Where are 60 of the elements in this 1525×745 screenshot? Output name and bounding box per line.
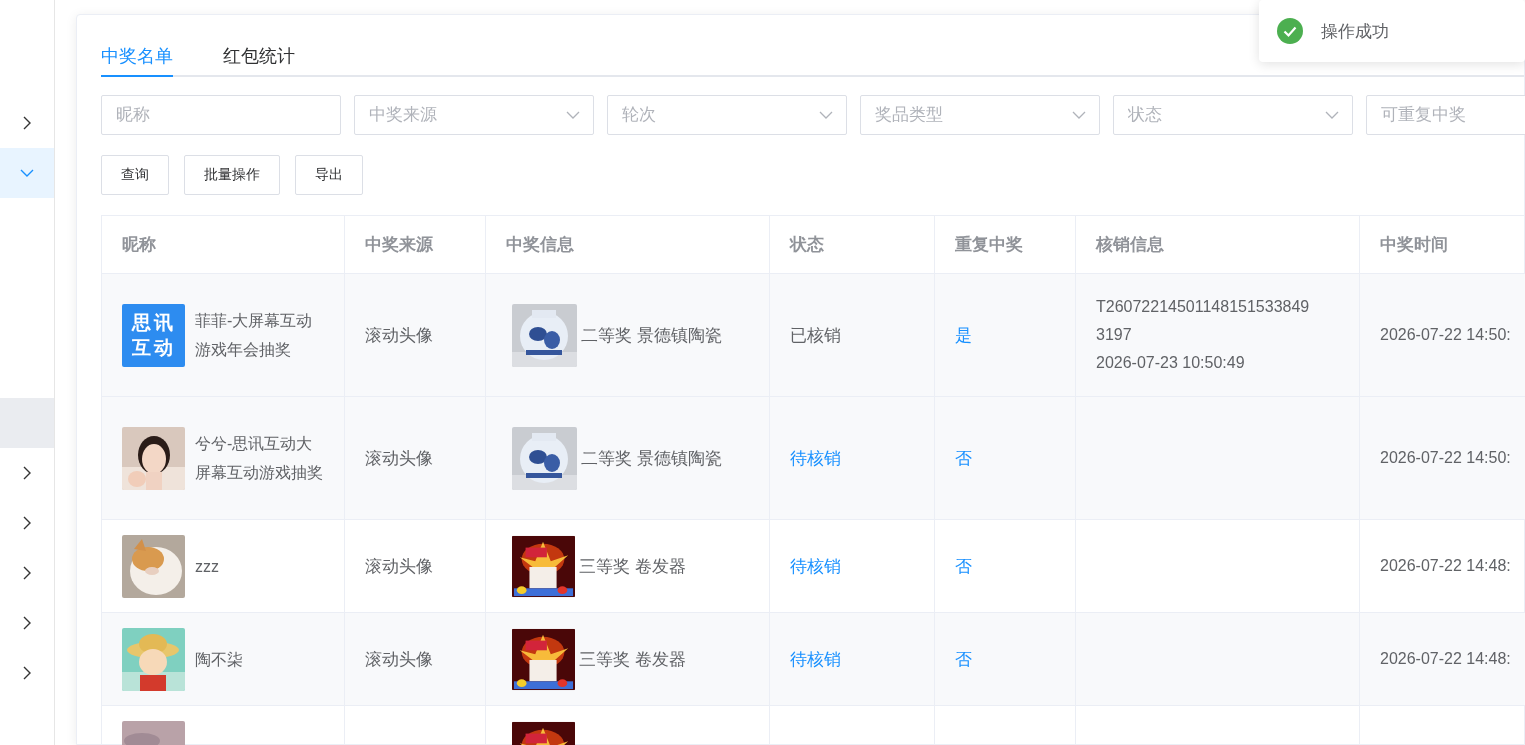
win-time: 2026-07-22 14:48:: [1380, 557, 1511, 574]
column-header: 中奖信息: [485, 215, 770, 274]
prize-text: 三等奖 卷发器: [579, 555, 686, 578]
tab[interactable]: 红包统计: [223, 37, 295, 77]
verification-text: 2026-07-23 10:50:49: [1096, 353, 1246, 373]
chevron-down-icon: [1325, 111, 1339, 119]
select-field[interactable]: 状态: [1113, 95, 1353, 135]
repeat-text: 否: [955, 649, 972, 669]
chevron-down-icon: [20, 169, 34, 177]
status-text: 待核销: [790, 556, 841, 576]
repeat-text: 否: [955, 556, 972, 576]
chevron-right-icon: [23, 466, 31, 480]
win-time: 2026-07-22 14:50:: [1380, 326, 1511, 343]
chevron-right-icon: [23, 566, 31, 580]
success-icon: [1277, 18, 1303, 44]
win-time: 2026-07-22 14:48:: [1380, 650, 1511, 667]
source-text: 滚动头像: [365, 325, 433, 345]
chevron-right-icon: [23, 616, 31, 630]
chevron-down-icon: [566, 111, 580, 119]
column-header: 中奖时间: [1359, 215, 1525, 274]
sidebar-subitem[interactable]: [0, 398, 54, 448]
nickname: zzz: [195, 556, 220, 577]
nickname: 兮兮-思讯互动大屏幕互动游戏抽奖: [195, 434, 324, 483]
nickname: 菲菲-大屏幕互动游戏年会抽奖: [195, 311, 314, 360]
prize-text: 三等奖 卷发器: [579, 648, 686, 671]
prize-text: 二等奖 景德镇陶瓷: [581, 447, 722, 470]
button[interactable]: 批量操作: [184, 155, 280, 195]
input-field[interactable]: 可重复中奖: [1366, 95, 1525, 135]
repeat-text: 否: [955, 448, 972, 468]
chevron-right-icon: [23, 516, 31, 530]
nickname: 陶不柒: [195, 649, 244, 670]
verification-text: 3197: [1096, 325, 1133, 345]
verification-text: T26072214501148151533849: [1096, 297, 1311, 317]
column-header: 状态: [769, 215, 935, 274]
source-text: 滚动头像: [365, 649, 433, 669]
column-header: 核销信息: [1075, 215, 1360, 274]
column-header: 中奖来源: [344, 215, 486, 274]
sidebar-item[interactable]: [0, 148, 54, 198]
source-text: 滚动头像: [365, 448, 433, 468]
prize-text: 二等奖 景德镇陶瓷: [581, 324, 722, 347]
repeat-text: 是: [955, 325, 972, 345]
status-text: 已核销: [790, 325, 841, 345]
status-text: 待核销: [790, 448, 841, 468]
column-header: 昵称: [101, 215, 345, 274]
chevron-right-icon: [23, 666, 31, 680]
win-time: 2026-07-22 14:50:: [1380, 449, 1511, 466]
select-field[interactable]: 奖品类型: [860, 95, 1100, 135]
button[interactable]: 导出: [295, 155, 363, 195]
column-header: 重复中奖: [934, 215, 1076, 274]
toast-message: 操作成功: [1321, 20, 1389, 43]
chevron-right-icon: [23, 116, 31, 130]
chevron-down-icon: [1072, 111, 1086, 119]
button[interactable]: 查询: [101, 155, 169, 195]
select-field[interactable]: 轮次: [607, 95, 847, 135]
select-field[interactable]: 中奖来源: [354, 95, 594, 135]
status-text: 待核销: [790, 649, 841, 669]
input-field[interactable]: 昵称: [101, 95, 341, 135]
avatar-logo: 思讯 互动: [122, 303, 185, 367]
source-text: 滚动头像: [365, 556, 433, 576]
chevron-down-icon: [819, 111, 833, 119]
